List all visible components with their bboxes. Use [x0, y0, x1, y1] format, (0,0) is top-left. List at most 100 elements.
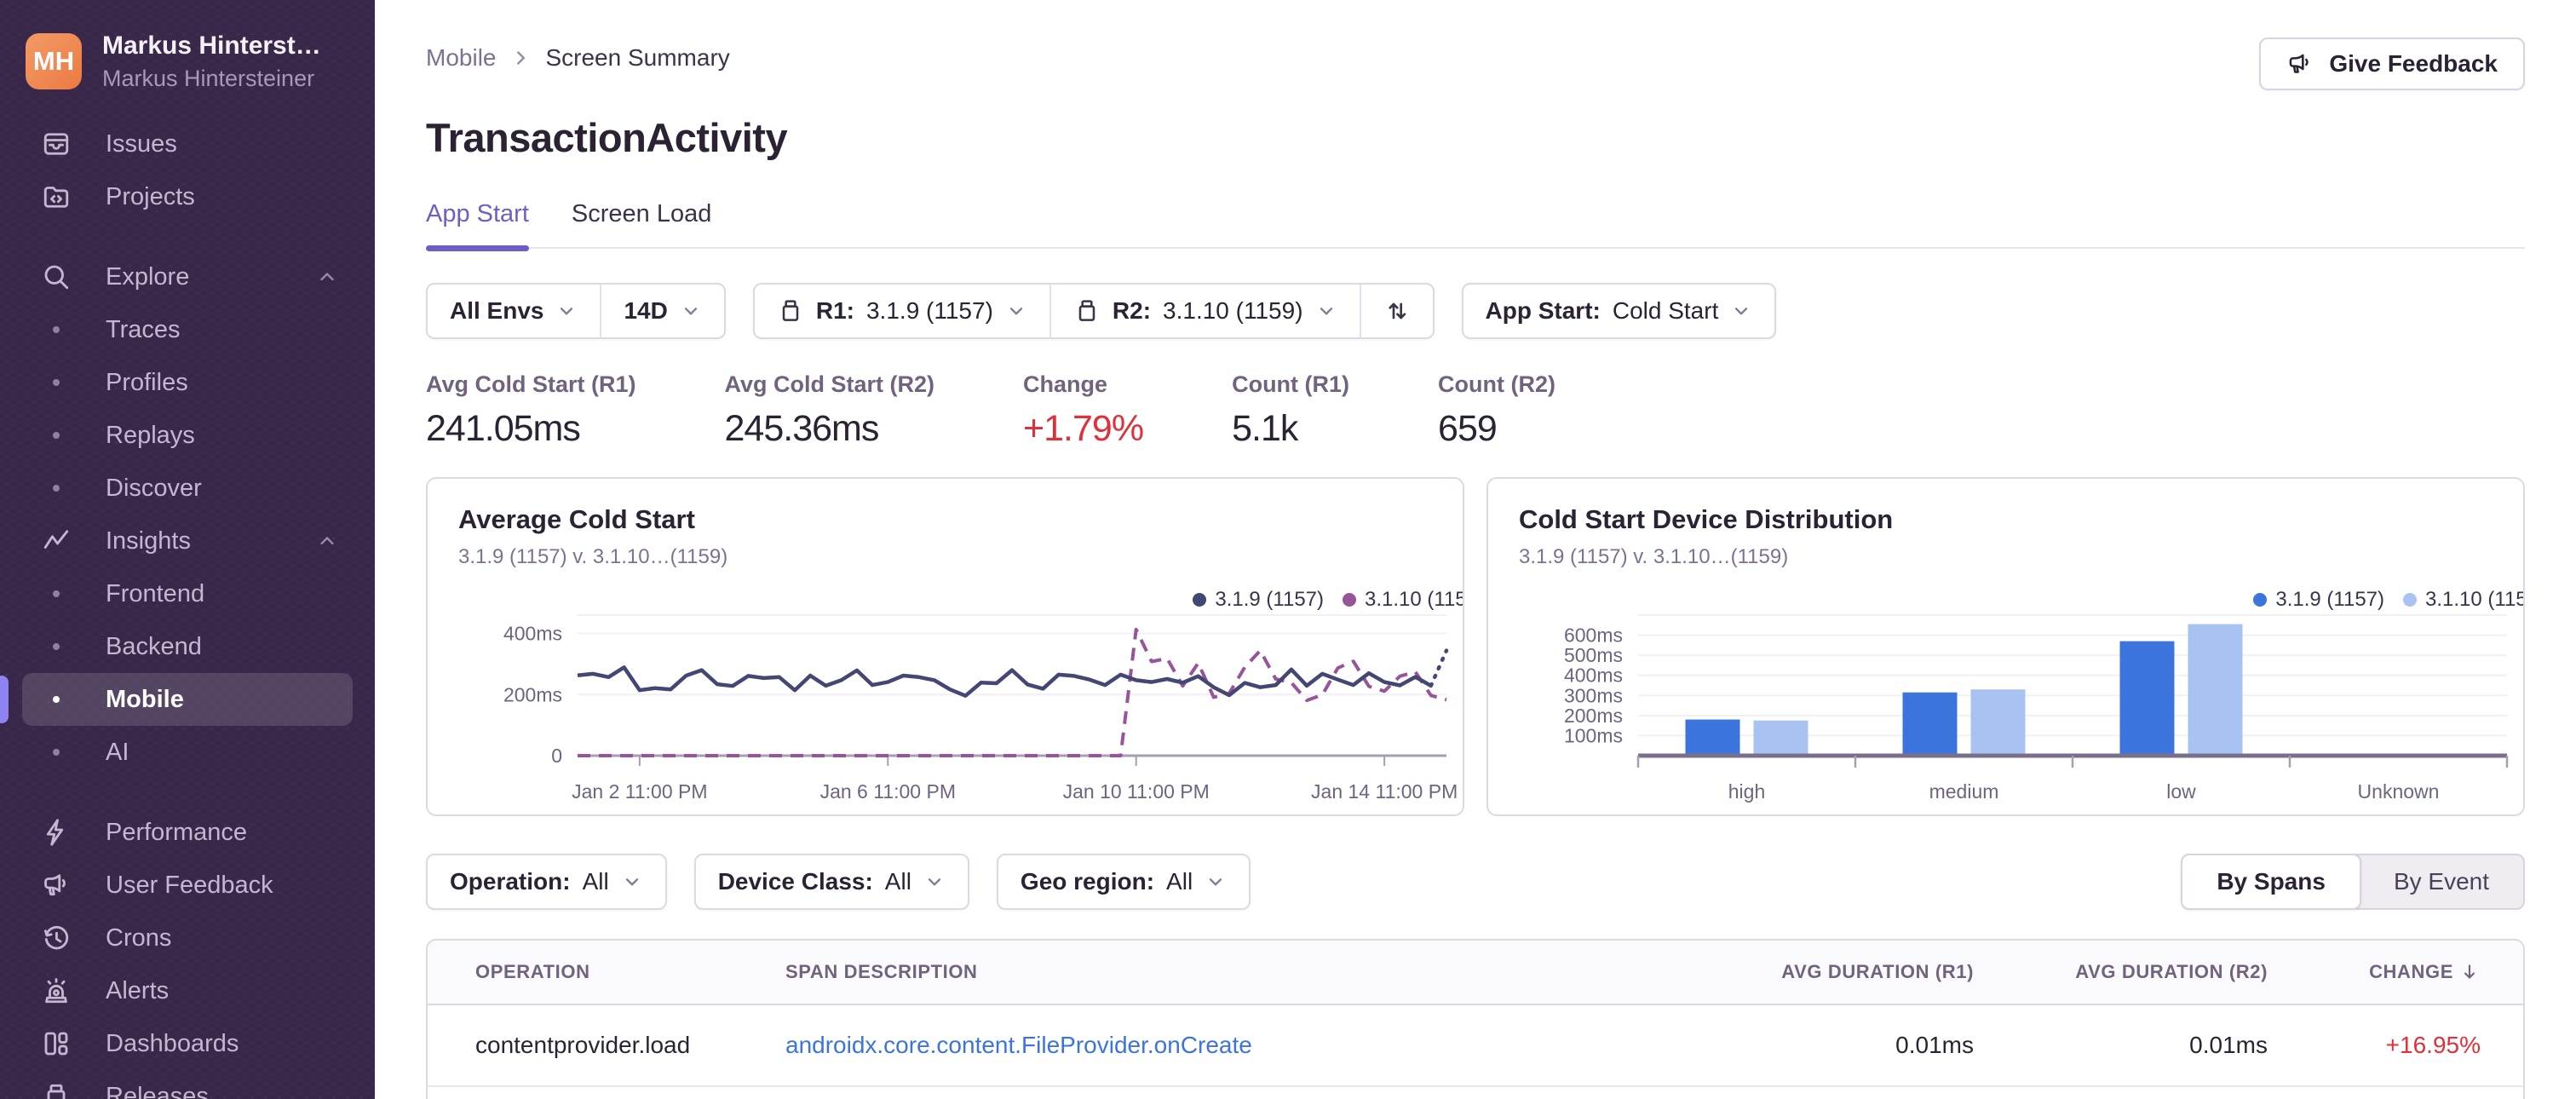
svg-text:Unknown: Unknown [2358, 780, 2440, 803]
sidebar-item-ai[interactable]: AI [22, 726, 353, 779]
sidebar-item-label: Projects [106, 182, 195, 210]
chevron-down-icon [923, 871, 946, 893]
sidebar-item-alerts[interactable]: Alerts [22, 964, 353, 1017]
tab-bar: App Start Screen Load [426, 200, 2525, 251]
app-start-type-filter[interactable]: App Start: Cold Start [1463, 285, 1775, 337]
col-change[interactable]: CHANGE [2268, 961, 2523, 983]
geo-region-filter[interactable]: Geo region: All [998, 855, 1249, 908]
col-operation[interactable]: OPERATION [428, 961, 785, 983]
stat-value: 241.05ms [426, 408, 581, 449]
table-header-row: OPERATION SPAN DESCRIPTION AVG DURATION … [428, 941, 2523, 1005]
spans-table: OPERATION SPAN DESCRIPTION AVG DURATION … [426, 939, 2525, 1099]
breadcrumb-current: Screen Summary [545, 44, 730, 71]
sidebar-item-issues[interactable]: Issues [22, 118, 353, 170]
chevron-down-icon [1005, 300, 1027, 322]
chevron-up-icon[interactable] [315, 529, 339, 553]
sidebar-item-releases[interactable]: Releases [22, 1070, 353, 1099]
sidebar-item-crons[interactable]: Crons [22, 912, 353, 964]
operation-filter[interactable]: Operation: All [428, 855, 665, 908]
sidebar-item-label: Releases [106, 1082, 209, 1099]
svg-text:200ms: 200ms [503, 683, 562, 705]
chart-title: Cold Start Device Distribution [1519, 504, 1894, 534]
chevron-down-icon [621, 871, 643, 893]
sidebar-item-label: Issues [106, 129, 177, 158]
sidebar-item-frontend[interactable]: Frontend [22, 567, 353, 620]
stat-label: Count (R1) [1232, 371, 1350, 397]
sidebar-item-dashboards[interactable]: Dashboards [22, 1017, 353, 1070]
cell-avg-r1: 0.01ms [1895, 1032, 1974, 1058]
cell-span-description-link[interactable]: androidx.core.content.FileProvider.onCre… [785, 1032, 1252, 1058]
col-avg-duration-r1[interactable]: AVG DURATION (R1) [1616, 961, 1974, 983]
geo-region-value: All [1166, 868, 1193, 895]
span-filters: Operation: All Device Class: All Geo reg… [426, 854, 1251, 910]
environment-filter[interactable]: All Envs [428, 285, 600, 337]
env-date-filter-group: All Envs 14D [426, 283, 726, 339]
stat-count-r2: Count (R2) 659 [1438, 371, 1555, 450]
chevron-up-icon[interactable] [315, 265, 339, 289]
tab-screen-load[interactable]: Screen Load [572, 200, 711, 247]
sidebar-item-performance[interactable]: Performance [22, 806, 353, 859]
tab-app-start[interactable]: App Start [426, 200, 529, 251]
stat-avg-cold-start-r2: Avg Cold Start (R2) 245.36ms [725, 371, 935, 450]
release1-value: 3.1.9 (1157) [865, 297, 993, 324]
search-icon [41, 262, 72, 292]
give-feedback-label: Give Feedback [2329, 50, 2498, 77]
date-range-filter[interactable]: 14D [601, 285, 723, 337]
breadcrumb-mobile[interactable]: Mobile [426, 44, 496, 72]
stat-value: 659 [1438, 408, 1498, 449]
sidebar-item-traces[interactable]: Traces [22, 303, 353, 356]
app-start-prefix: App Start: [1485, 297, 1601, 324]
org-user-switcher[interactable]: MH Markus Hinterst… Markus Hintersteiner [0, 0, 375, 101]
bullet-icon [41, 737, 72, 768]
release-compare-group: R1: 3.1.9 (1157) R2: 3.1.10 (1159) [752, 283, 1435, 339]
chevron-down-icon [680, 300, 702, 322]
swap-releases-button[interactable] [1361, 285, 1433, 337]
stat-count-r1: Count (R1) 5.1k [1232, 371, 1349, 450]
release2-selector[interactable]: R2: 3.1.10 (1159) [1051, 285, 1360, 337]
inbox-icon [41, 129, 72, 159]
release2-value: 3.1.10 (1159) [1163, 297, 1303, 324]
device-distribution-bar-chart[interactable]: 100ms200ms300ms400ms500ms600ms high medium… [1519, 598, 2524, 811]
siren-icon [41, 975, 72, 1006]
topbar: Mobile Screen Summary Give Feedback [426, 0, 2525, 90]
toggle-by-event[interactable]: By Event [2360, 855, 2523, 908]
sidebar-item-mobile[interactable]: Mobile [22, 673, 353, 726]
operation-value: All [582, 868, 609, 895]
toggle-by-spans[interactable]: By Spans [2181, 854, 2361, 910]
svg-text:Jan 6 11:00 PM: Jan 6 11:00 PM [820, 780, 956, 803]
stat-change: Change +1.79% [1023, 371, 1144, 450]
sidebar-item-replays[interactable]: Replays [22, 409, 353, 462]
device-class-filter[interactable]: Device Class: All [696, 855, 968, 908]
release1-selector[interactable]: R1: 3.1.9 (1157) [755, 285, 1049, 337]
sidebar-item-backend[interactable]: Backend [22, 620, 353, 673]
cell-change: +16.95% [2385, 1032, 2481, 1058]
sidebar-item-profiles[interactable]: Profiles [22, 356, 353, 409]
app-root: MH Markus Hinterst… Markus Hintersteiner… [0, 0, 2576, 1099]
sidebar-item-discover[interactable]: Discover [22, 462, 353, 515]
sort-desc-arrow-icon [2458, 961, 2481, 983]
svg-text:Jan 2 11:00 PM: Jan 2 11:00 PM [572, 780, 707, 803]
avg-cold-start-line-chart[interactable]: 0 200ms 400ms Jan 2 11:00 PM Jan 6 11:00 PM J… [458, 598, 1463, 811]
app-start-type-group: App Start: Cold Start [1461, 283, 1777, 339]
col-span-description[interactable]: SPAN DESCRIPTION [785, 961, 1616, 983]
org-name: Markus Hintersteiner [102, 65, 315, 91]
sidebar-item-explore[interactable]: Explore [22, 250, 353, 303]
cell-avg-r2: 0.01ms [2189, 1032, 2268, 1058]
stat-label: Change [1023, 371, 1108, 397]
sidebar-item-label: Frontend [106, 579, 205, 607]
sidebar-item-insights[interactable]: Insights [22, 515, 353, 567]
give-feedback-button[interactable]: Give Feedback [2259, 37, 2525, 90]
sidebar-item-projects[interactable]: Projects [22, 170, 353, 223]
megaphone-icon [2286, 50, 2314, 78]
svg-text:600ms: 600ms [1564, 624, 1623, 647]
page-title: TransactionActivity [426, 115, 788, 160]
releases-box-icon [41, 1081, 72, 1099]
col-avg-duration-r2[interactable]: AVG DURATION (R2) [1974, 961, 2268, 983]
device-class-filter-group: Device Class: All [693, 854, 969, 910]
sidebar-item-user-feedback[interactable]: User Feedback [22, 859, 353, 912]
sidebar-item-label: Discover [106, 474, 202, 502]
release-box-icon [1073, 297, 1101, 325]
chart-subtitle: 3.1.9 (1157) v. 3.1.10…(1159) [458, 545, 728, 568]
sidebar-item-label: Performance [106, 818, 248, 846]
